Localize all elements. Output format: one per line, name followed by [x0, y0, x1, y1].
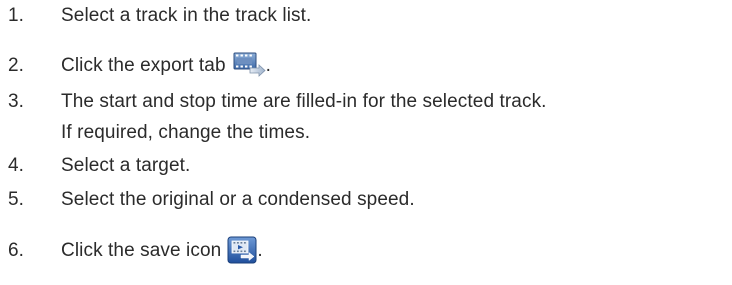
step-text: Select a target.	[61, 155, 191, 176]
instruction-steps: 1. Select a track in the track list. 2. …	[0, 0, 732, 285]
step-suffix: .	[257, 240, 263, 261]
step-text: Select the original or a condensed speed…	[61, 189, 415, 210]
step-number: 2.	[8, 55, 25, 76]
step-number: 5.	[8, 189, 25, 210]
save-icon	[227, 236, 257, 264]
step-number: 4.	[8, 155, 25, 176]
step-text-group: Click the export tab .	[61, 51, 272, 79]
step-text: Click the save icon	[61, 240, 222, 261]
export-tab-icon	[232, 51, 266, 77]
step-text: Click the export tab	[61, 55, 226, 76]
step-suffix: .	[265, 55, 272, 76]
step-text-group: Click the save icon .	[61, 236, 263, 265]
step-text: Select a track in the track list.	[61, 5, 312, 26]
step-number: 1.	[8, 5, 25, 26]
step-text-continuation: If required, change the times.	[61, 122, 311, 143]
step-text: The start and stop time are filled-in fo…	[61, 91, 547, 112]
step-number: 6.	[8, 240, 25, 261]
step-number: 3.	[8, 91, 25, 112]
